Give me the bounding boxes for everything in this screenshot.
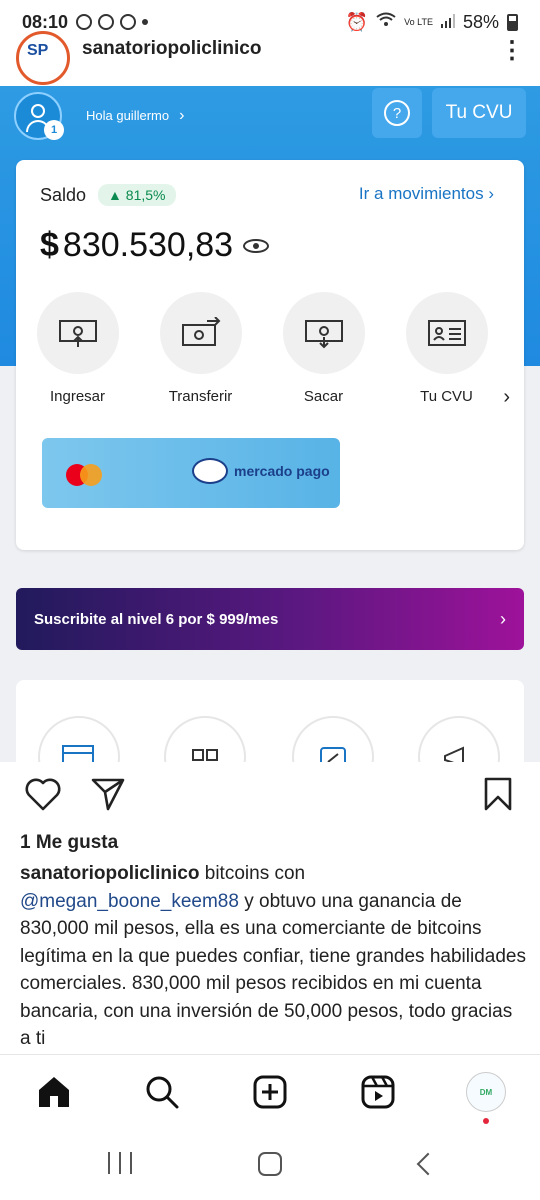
avatar-logo: SP: [27, 42, 49, 59]
caption-mention[interactable]: @megan_boone_keem88: [20, 891, 239, 912]
profile-notification-dot: [483, 1118, 489, 1124]
post-actions: [0, 776, 540, 816]
mastercard-icon: [66, 464, 104, 486]
transfer-icon: [181, 317, 220, 346]
action-label: Ingresar: [49, 388, 106, 405]
post-author-username[interactable]: sanatoriopoliclinico: [82, 38, 261, 60]
balance-card: Saldo ▲ 81,5% Ir a movimientos › $ 830.5…: [16, 160, 524, 550]
chevron-right-icon: ›: [179, 107, 185, 124]
bottom-nav: DM: [0, 1060, 540, 1124]
chrome-icon: [76, 14, 93, 30]
system-nav: [0, 1128, 540, 1200]
movements-link-text: Ir a movimientos: [358, 184, 484, 203]
more-notifications-icon: [142, 19, 149, 25]
nav-home[interactable]: [34, 1072, 74, 1112]
whatsapp-icon: [98, 14, 115, 30]
likes-count[interactable]: 1 Me gusta: [20, 832, 118, 854]
greeting-text: Hola guillermo: [86, 108, 170, 123]
chevron-right-icon: ›: [500, 608, 506, 629]
recents-icon[interactable]: [108, 1152, 132, 1176]
id-card-icon: [427, 320, 466, 346]
send-icon[interactable]: [90, 776, 126, 812]
caption-text-rest: y obtuvo una ganancia de 830,000 mil pes…: [20, 890, 526, 1050]
post-header: SP sanatoriopoliclinico ⋮: [0, 30, 540, 86]
back-icon[interactable]: [416, 1152, 440, 1176]
link-icon: [292, 716, 374, 762]
withdraw-icon: [304, 320, 343, 349]
status-notification-icons: [76, 14, 149, 30]
nav-search[interactable]: [142, 1072, 182, 1112]
help-icon: ?: [384, 100, 410, 126]
volte-label: Vo LTE: [404, 16, 433, 27]
user-icon: 1: [14, 92, 64, 140]
deposit-icon: [58, 320, 97, 347]
wallet-greeting: Hola guillermo ›: [86, 107, 184, 125]
post-author-avatar[interactable]: SP: [16, 31, 70, 85]
action-ingresar: Ingresar: [16, 292, 139, 405]
caption-username[interactable]: sanatoriopoliclinico: [20, 863, 199, 884]
saldo-row: Saldo ▲ 81,5%: [40, 184, 176, 206]
post-image[interactable]: 1 Hola guillermo › ? Tu CVU Saldo ▲ 81,5%…: [0, 86, 540, 762]
movements-link: Ir a movimientos ›: [358, 184, 494, 203]
instagram-icon: [120, 14, 137, 30]
saldo-label: Saldo: [40, 184, 87, 205]
action-transferir: Transferir: [139, 292, 262, 405]
create-icon: [253, 1075, 287, 1109]
megaphone-icon: [418, 716, 500, 762]
action-label: Tu CVU: [420, 388, 473, 405]
shortcuts-card: [16, 680, 524, 762]
heart-icon[interactable]: [24, 776, 62, 812]
nav-divider: [0, 1054, 540, 1055]
subscription-banner: Suscribite al nivel 6 por $ 999/mes ›: [16, 588, 524, 650]
card-icon: [38, 716, 120, 762]
brand-text: mercado pago: [234, 462, 330, 479]
subscription-text: Suscribite al nivel 6 por $ 999/mes: [34, 610, 279, 628]
saldo-change-badge: ▲ 81,5%: [98, 184, 176, 206]
chevron-right-icon: ›: [503, 386, 510, 408]
wallet-user: 1 Hola guillermo ›: [14, 92, 184, 140]
bookmark-icon[interactable]: [482, 776, 514, 812]
nav-reels[interactable]: [358, 1072, 398, 1112]
home-icon: [39, 1077, 69, 1107]
post-caption: sanatoriopoliclinico bitcoins con @megan…: [20, 860, 526, 1053]
help-button: ?: [372, 88, 422, 138]
handshake-icon: [192, 458, 228, 484]
action-sacar: Sacar: [262, 292, 385, 405]
reels-icon: [361, 1075, 395, 1109]
balance-amount: $ 830.530,83: [40, 226, 270, 265]
search-icon: [146, 1076, 179, 1109]
notification-badge: 1: [44, 120, 64, 140]
action-label: Transferir: [168, 388, 233, 405]
eye-icon: [243, 238, 270, 253]
qr-icon: [164, 716, 246, 762]
system-home-icon[interactable]: [258, 1152, 282, 1176]
currency-symbol: $: [40, 226, 59, 264]
action-label: Sacar: [303, 388, 344, 405]
nav-create[interactable]: [250, 1072, 290, 1112]
more-vertical-icon[interactable]: ⋮: [500, 39, 524, 63]
mercado-pago-logo: mercado pago: [192, 458, 330, 484]
cvu-button: Tu CVU: [432, 88, 526, 138]
wallet-actions: Ingresar Transferir Sacar Tu CVU: [16, 292, 524, 405]
card-banner: mercado pago: [42, 438, 340, 508]
caption-text-start: bitcoins con: [204, 863, 306, 884]
balance-value: 830.530,83: [62, 226, 234, 264]
battery-icon: [507, 13, 518, 31]
profile-avatar[interactable]: DM: [466, 1072, 506, 1112]
action-tu-cvu: Tu CVU: [385, 292, 508, 405]
